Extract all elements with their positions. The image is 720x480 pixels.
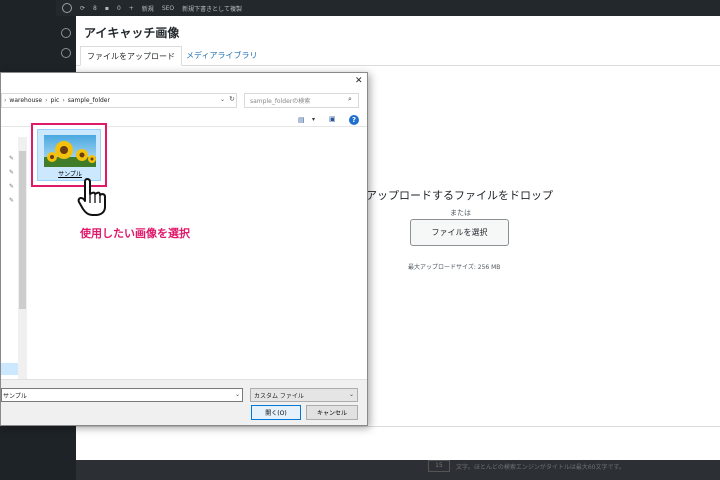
comments-count[interactable]: 0 [117, 5, 121, 12]
chevron-down-icon[interactable]: ⌄ [349, 391, 354, 398]
new-icon[interactable]: + [129, 5, 134, 12]
modal-tabs: ファイルをアップロード メディアライブラリ [76, 46, 720, 66]
open-button[interactable]: 開く(O) [251, 405, 301, 420]
chevron-right-icon: › [4, 97, 7, 104]
select-files-button[interactable]: ファイルを選択 [410, 219, 509, 246]
file-open-dialog: ✕ › warehouse › pic › sample_folder ⌄ ↻ … [0, 72, 368, 426]
comments-icon[interactable]: ▪ [105, 5, 109, 12]
seo-link[interactable]: SEO [162, 5, 174, 12]
view-dropdown-icon[interactable]: ▾ [312, 116, 315, 123]
modal-title: アイキャッチ画像 [84, 26, 180, 40]
pin-icon[interactable]: ✎ [9, 183, 14, 190]
nav-scrollbar-thumb[interactable] [19, 151, 26, 309]
hand-pointer-icon [77, 177, 111, 221]
new-link[interactable]: 新規 [142, 4, 154, 13]
sunflower-thumbnail [44, 135, 96, 167]
file-item-sample[interactable]: サンプル [37, 129, 101, 181]
drop-instructions: アップロードするファイルをドロップ [366, 189, 553, 202]
breadcrumb-warehouse[interactable]: warehouse [9, 97, 42, 104]
tab-media-library[interactable]: メディアライブラリ [180, 46, 263, 66]
chevron-right-icon: › [45, 97, 48, 104]
pin-icon[interactable]: ✎ [9, 169, 14, 176]
close-icon[interactable]: ✕ [355, 76, 363, 86]
updates-icon[interactable]: ⟳ [80, 5, 85, 12]
preview-pane-icon[interactable]: ▣ [329, 115, 336, 123]
background-field: 15 [428, 460, 450, 472]
refresh-icon[interactable]: ↻ [229, 95, 235, 103]
pin-icon[interactable]: ✎ [9, 197, 14, 204]
wordpress-logo-icon[interactable] [62, 3, 72, 13]
view-options-icon[interactable]: ▤ [298, 116, 305, 124]
modal-footer [76, 426, 720, 460]
max-upload-size: 最大アップロードサイズ: 256 MB [408, 264, 501, 271]
search-icon[interactable]: ⌕ [348, 95, 352, 104]
tab-upload-files[interactable]: ファイルをアップロード [80, 46, 182, 66]
updates-count[interactable]: 8 [93, 5, 97, 12]
duplicate-draft-link[interactable]: 新規下書きとして複製 [182, 4, 242, 13]
cancel-button[interactable]: キャンセル [306, 405, 358, 420]
dashboard-icon[interactable] [61, 28, 71, 38]
chevron-right-icon: › [62, 97, 65, 104]
address-bar[interactable]: › warehouse › pic › sample_folder [1, 93, 237, 108]
filetype-select[interactable]: カスタム ファイル [250, 388, 358, 402]
breadcrumb-sample-folder[interactable]: sample_folder [68, 97, 110, 104]
background-editor-strip: 15 文字。ほとんどの検索エンジンがタイトルは最大60文字です。 [76, 460, 720, 480]
chevron-down-icon[interactable]: ⌄ [235, 391, 240, 398]
or-label: または [450, 209, 471, 217]
breadcrumb-pic[interactable]: pic [51, 97, 60, 104]
background-footer-text: 文字。ほとんどの検索エンジンがタイトルは最大60文字です。 [456, 464, 625, 471]
chevron-down-icon[interactable]: ⌄ [220, 96, 225, 103]
filename-input[interactable]: サンプル [1, 388, 243, 402]
nav-selected-item[interactable] [1, 363, 18, 375]
settings-icon[interactable] [61, 48, 71, 58]
instruction-callout: 使用したい画像を選択 [80, 227, 190, 240]
search-input[interactable]: sample_folderの検索 [244, 93, 359, 108]
pin-icon[interactable]: ✎ [9, 155, 14, 162]
wp-admin-bar: ⟳ 8 ▪ 0 + 新規 SEO 新規下書きとして複製 [56, 0, 720, 16]
help-icon[interactable]: ? [349, 115, 359, 125]
